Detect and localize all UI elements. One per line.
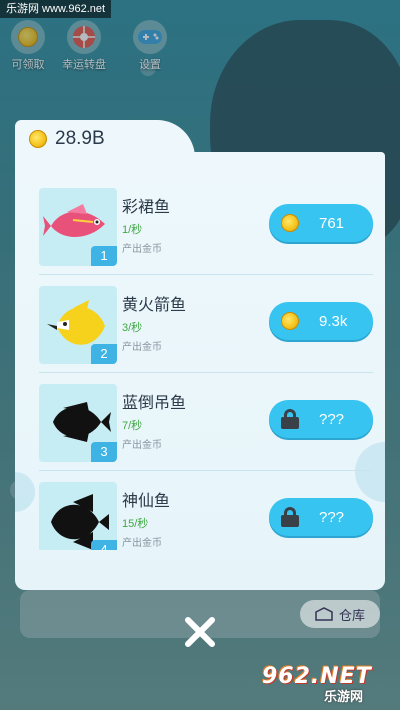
lock-icon [281, 507, 299, 527]
fish-rate: 1/秒 [122, 224, 143, 236]
buy-price: ??? [319, 410, 345, 428]
fish-level-badge: 4 [91, 540, 117, 550]
fish-level-badge: 2 [91, 344, 117, 364]
warehouse-icon [315, 607, 333, 621]
buy-button[interactable]: 761 [269, 204, 373, 242]
buy-price: ??? [319, 508, 345, 526]
buy-button[interactable]: 9.3k [269, 302, 373, 340]
row-divider [39, 470, 373, 471]
list-item: 1 彩裙鱼 1/秒 产出金币 761 [15, 188, 385, 286]
list-item: 4 神仙鱼 15/秒 产出金币 ??? [15, 482, 385, 550]
buy-price: 761 [319, 214, 345, 232]
fish-name: 蓝倒吊鱼 [122, 395, 187, 412]
site-logo: 962.NET 乐游网 [262, 662, 396, 706]
close-button[interactable] [180, 612, 220, 652]
fish-level-badge: 1 [91, 246, 117, 266]
fish-name: 彩裙鱼 [122, 199, 171, 216]
fish-level-badge: 3 [91, 442, 117, 462]
fish-thumbnail: 1 [39, 188, 117, 266]
fish-rate: 15/秒 [122, 518, 149, 530]
warehouse-label: 仓库 [338, 607, 365, 623]
fish-rate-caption: 产出金币 [122, 440, 162, 451]
buy-price: 9.3k [319, 312, 348, 330]
fish-thumbnail: 4 [39, 482, 117, 550]
site-watermark: 乐游网 www.962.net [0, 0, 112, 18]
logo-text: 乐游网 [324, 689, 364, 704]
list-item: 2 黄火箭鱼 3/秒 产出金币 9.3k [15, 286, 385, 384]
fish-rate-caption: 产出金币 [122, 538, 162, 549]
coin-icon [281, 214, 299, 232]
fish-thumbnail: 3 [39, 384, 117, 462]
fish-rate: 7/秒 [122, 420, 143, 432]
fish-name: 神仙鱼 [122, 493, 171, 510]
lock-icon [281, 409, 299, 429]
fish-rate-caption: 产出金币 [122, 342, 162, 353]
row-divider [39, 274, 373, 275]
coin-balance: 28.9B [55, 128, 105, 149]
locked-buy-button[interactable]: ??? [269, 400, 373, 438]
fish-shop-panel: 1 彩裙鱼 1/秒 产出金币 761 2 黄火箭鱼 3/秒 产出金币 9.3k … [15, 152, 385, 590]
fish-list[interactable]: 1 彩裙鱼 1/秒 产出金币 761 2 黄火箭鱼 3/秒 产出金币 9.3k … [15, 188, 385, 550]
fish-name: 黄火箭鱼 [122, 297, 187, 314]
warehouse-button[interactable]: 仓库 [300, 600, 380, 628]
coin-icon [281, 312, 299, 330]
list-item: 3 蓝倒吊鱼 7/秒 产出金币 ??? [15, 384, 385, 482]
fish-rate: 3/秒 [122, 322, 143, 334]
locked-buy-button[interactable]: ??? [269, 498, 373, 536]
fish-rate-caption: 产出金币 [122, 244, 162, 255]
fish-thumbnail: 2 [39, 286, 117, 364]
row-divider [39, 372, 373, 373]
coin-icon [29, 130, 47, 148]
